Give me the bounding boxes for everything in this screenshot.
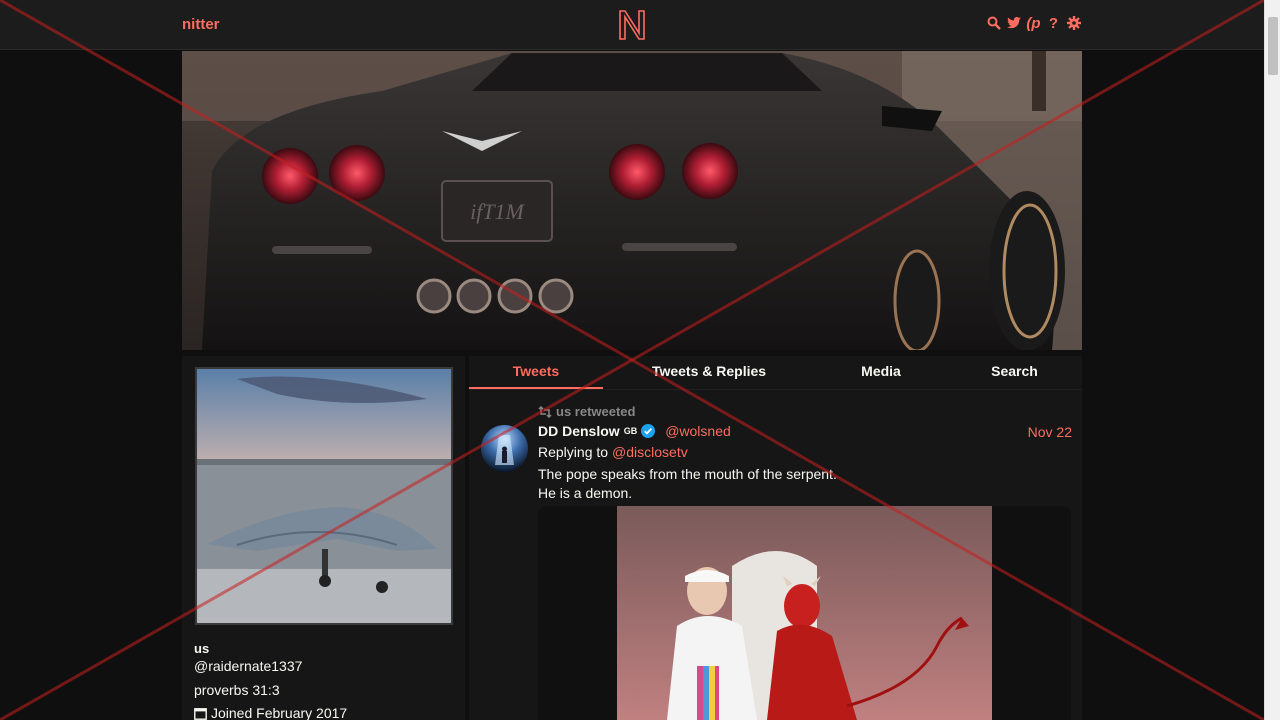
tweet-date[interactable]: Nov 22: [1028, 424, 1072, 440]
tab-tweets-and-replies[interactable]: Tweets & Replies: [603, 356, 815, 389]
svg-text:ifT1M: ifT1M: [470, 199, 525, 224]
timeline-item[interactable]: us retweeted DD Denslow GB @wolsned Nov …: [469, 396, 1082, 720]
tweet-media[interactable]: [538, 506, 1071, 720]
nav-icons: (p ?: [986, 15, 1081, 32]
top-navbar: nitter (p ?: [0, 0, 1264, 50]
rss-icon[interactable]: (p: [1026, 15, 1041, 32]
tweet-username[interactable]: @wolsned: [665, 423, 731, 439]
profile-fullname: us: [194, 641, 210, 656]
timeline: Tweets Tweets & Replies Media Search us …: [469, 356, 1082, 720]
calendar-icon: [194, 707, 207, 720]
timeline-tabs: Tweets Tweets & Replies Media Search: [469, 356, 1082, 390]
retweet-icon: [538, 405, 552, 418]
verified-icon: [641, 424, 656, 438]
joined-text: Joined February 2017: [211, 705, 348, 720]
tweet-header: DD Denslow GB @wolsned: [538, 423, 731, 439]
help-icon[interactable]: ?: [1046, 15, 1061, 32]
profile-avatar[interactable]: [195, 367, 453, 625]
nitter-logo-icon[interactable]: [617, 9, 647, 41]
avatar-image: [197, 369, 451, 623]
tweet-flag-badge: GB: [623, 426, 638, 436]
tweet-media-image: [617, 506, 992, 720]
replying-mention[interactable]: @disclosetv: [612, 444, 688, 460]
tab-search[interactable]: Search: [947, 356, 1082, 389]
profile-card: us @raidernate1337 proverbs 31:3 Joined …: [182, 356, 465, 720]
scrollbar-thumb[interactable]: [1268, 17, 1278, 75]
brand-link[interactable]: nitter: [182, 16, 220, 33]
replying-prefix: Replying to: [538, 444, 609, 460]
profile-joined: Joined February 2017: [194, 705, 347, 720]
page-scrollbar[interactable]: [1264, 0, 1280, 720]
tab-media[interactable]: Media: [815, 356, 947, 389]
retweet-header: us retweeted: [538, 404, 635, 419]
tab-tweets[interactable]: Tweets: [469, 356, 603, 389]
retweet-text: us retweeted: [556, 404, 636, 419]
banner-image: ifT1M: [182, 51, 1082, 350]
search-icon[interactable]: [986, 15, 1001, 31]
profile-banner[interactable]: ifT1M: [182, 51, 1082, 350]
tweet-avatar[interactable]: [481, 425, 528, 472]
tweet-content: The pope speaks from the mouth of the se…: [538, 466, 837, 501]
twitter-bird-icon[interactable]: [1006, 15, 1021, 31]
profile-bio: proverbs 31:3: [194, 682, 280, 698]
tweet-fullname[interactable]: DD Denslow: [538, 423, 620, 439]
replying-to: Replying to @disclosetv: [538, 444, 688, 460]
tweet-avatar-image: [481, 425, 528, 472]
gear-icon[interactable]: [1066, 15, 1081, 31]
profile-username[interactable]: @raidernate1337: [194, 658, 302, 674]
